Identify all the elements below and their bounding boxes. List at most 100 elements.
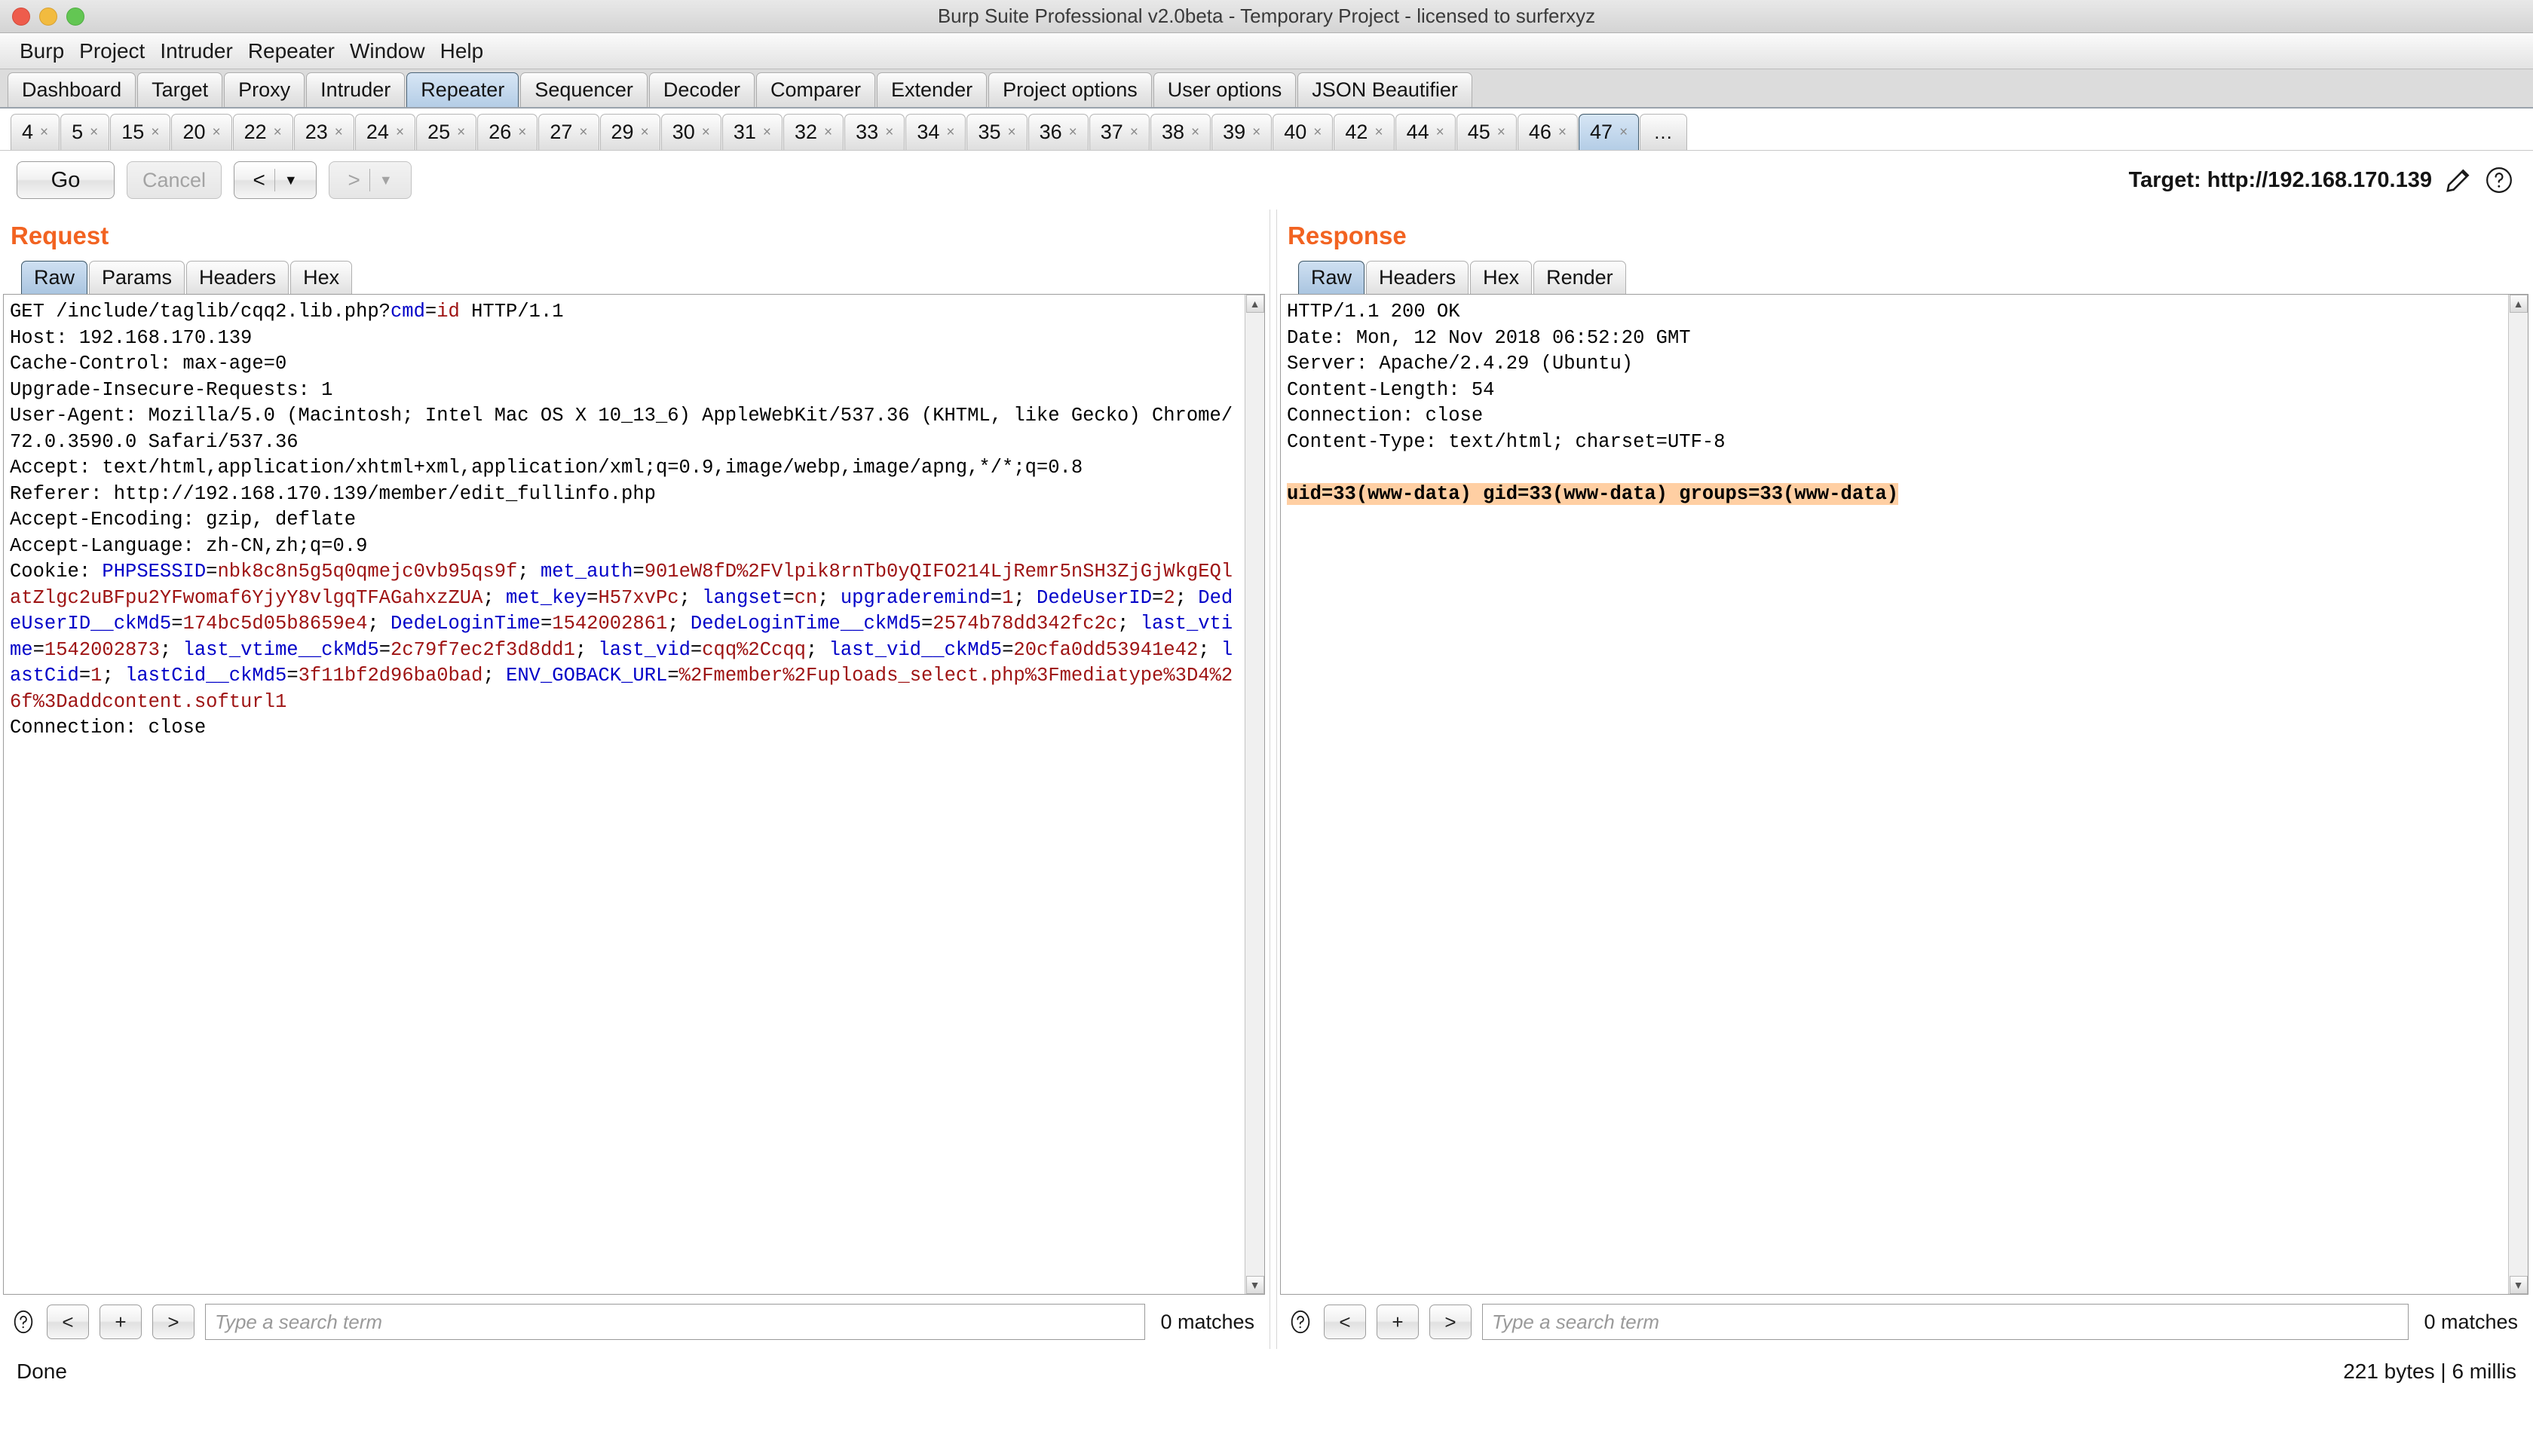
- repeater-tab-38[interactable]: 38 ×: [1150, 114, 1211, 150]
- menu-item-burp[interactable]: Burp: [12, 39, 72, 63]
- request-search-help-icon[interactable]: [11, 1309, 36, 1335]
- repeater-tab-25[interactable]: 25 ×: [416, 114, 477, 150]
- repeater-tab-20[interactable]: 20 ×: [171, 114, 232, 150]
- close-icon[interactable]: ×: [1619, 124, 1628, 141]
- close-icon[interactable]: ×: [335, 124, 343, 141]
- pane-splitter[interactable]: [1270, 210, 1277, 1349]
- response-search-next-button[interactable]: >: [1429, 1305, 1472, 1339]
- request-vertical-scrollbar[interactable]: ▲ ▼: [1245, 295, 1264, 1294]
- tab-json-beautifier[interactable]: JSON Beautifier: [1297, 72, 1472, 107]
- scroll-down-arrow-icon[interactable]: ▼: [2509, 1276, 2528, 1294]
- response-vertical-scrollbar[interactable]: ▲ ▼: [2508, 295, 2528, 1294]
- close-icon[interactable]: ×: [579, 124, 587, 141]
- close-icon[interactable]: ×: [824, 124, 832, 141]
- repeater-tab-27[interactable]: 27 ×: [538, 114, 599, 150]
- request-tab-headers[interactable]: Headers: [186, 261, 289, 294]
- close-icon[interactable]: ×: [1313, 124, 1322, 141]
- scrollbar-track[interactable]: [1245, 313, 1264, 1276]
- history-back-button[interactable]: < ▼: [234, 161, 317, 199]
- repeater-tab-47[interactable]: 47 ×: [1579, 114, 1640, 150]
- response-tab-headers[interactable]: Headers: [1366, 261, 1469, 294]
- repeater-tab-4[interactable]: 4 ×: [11, 114, 60, 150]
- repeater-tab-35[interactable]: 35 ×: [966, 114, 1028, 150]
- close-icon[interactable]: ×: [1497, 124, 1505, 141]
- scroll-down-arrow-icon[interactable]: ▼: [1245, 1276, 1264, 1294]
- close-icon[interactable]: ×: [1069, 124, 1077, 141]
- tab-proxy[interactable]: Proxy: [224, 72, 305, 107]
- repeater-tab-15[interactable]: 15 ×: [110, 114, 171, 150]
- request-search-next-button[interactable]: >: [152, 1305, 194, 1339]
- go-button[interactable]: Go: [17, 161, 115, 199]
- request-search-add-button[interactable]: +: [100, 1305, 142, 1339]
- repeater-tab-40[interactable]: 40 ×: [1273, 114, 1334, 150]
- response-tab-render[interactable]: Render: [1533, 261, 1626, 294]
- request-tab-hex[interactable]: Hex: [290, 261, 353, 294]
- response-search-prev-button[interactable]: <: [1324, 1305, 1366, 1339]
- close-icon[interactable]: ×: [518, 124, 526, 141]
- tab-dashboard[interactable]: Dashboard: [8, 72, 136, 107]
- repeater-tab-34[interactable]: 34 ×: [905, 114, 966, 150]
- repeater-tab-39[interactable]: 39 ×: [1211, 114, 1273, 150]
- scroll-up-arrow-icon[interactable]: ▲: [2509, 295, 2528, 313]
- repeater-tab-overflow[interactable]: ...: [1640, 114, 1687, 150]
- close-icon[interactable]: ×: [1130, 124, 1138, 141]
- menu-item-project[interactable]: Project: [72, 39, 152, 63]
- response-search-input[interactable]: [1482, 1304, 2409, 1340]
- repeater-tab-30[interactable]: 30 ×: [660, 114, 721, 150]
- close-icon[interactable]: ×: [1558, 124, 1567, 141]
- repeater-tab-31[interactable]: 31 ×: [721, 114, 783, 150]
- request-tab-params[interactable]: Params: [89, 261, 185, 294]
- response-tab-raw[interactable]: Raw: [1298, 261, 1365, 294]
- menu-item-repeater[interactable]: Repeater: [240, 39, 342, 63]
- tab-user-options[interactable]: User options: [1153, 72, 1297, 107]
- repeater-tab-22[interactable]: 22 ×: [232, 114, 293, 150]
- close-icon[interactable]: ×: [40, 124, 48, 141]
- menu-item-window[interactable]: Window: [342, 39, 433, 63]
- close-icon[interactable]: ×: [457, 124, 465, 141]
- tab-sequencer[interactable]: Sequencer: [520, 72, 648, 107]
- close-icon[interactable]: ×: [641, 124, 649, 141]
- request-search-prev-button[interactable]: <: [47, 1305, 89, 1339]
- repeater-tab-33[interactable]: 33 ×: [844, 114, 905, 150]
- repeater-tab-5[interactable]: 5 ×: [60, 114, 110, 150]
- repeater-tab-46[interactable]: 46 ×: [1517, 114, 1579, 150]
- tab-comparer[interactable]: Comparer: [755, 72, 876, 107]
- response-search-add-button[interactable]: +: [1377, 1305, 1419, 1339]
- close-icon[interactable]: ×: [1252, 124, 1260, 141]
- close-icon[interactable]: ×: [702, 124, 710, 141]
- response-raw-editor[interactable]: HTTP/1.1 200 OK Date: Mon, 12 Nov 2018 06…: [1281, 295, 2508, 1294]
- tab-project-options[interactable]: Project options: [988, 72, 1152, 107]
- close-icon[interactable]: ×: [1436, 124, 1444, 141]
- close-icon[interactable]: ×: [212, 124, 220, 141]
- close-icon[interactable]: ×: [1191, 124, 1199, 141]
- request-search-input[interactable]: [205, 1304, 1146, 1340]
- close-icon[interactable]: ×: [151, 124, 159, 141]
- repeater-tab-29[interactable]: 29 ×: [599, 114, 660, 150]
- repeater-tab-37[interactable]: 37 ×: [1089, 114, 1150, 150]
- close-icon[interactable]: ×: [90, 124, 98, 141]
- response-search-help-icon[interactable]: [1288, 1309, 1313, 1335]
- repeater-tab-42[interactable]: 42 ×: [1334, 114, 1395, 150]
- response-tab-hex[interactable]: Hex: [1470, 261, 1533, 294]
- tab-target[interactable]: Target: [137, 72, 223, 107]
- tab-repeater[interactable]: Repeater: [406, 72, 519, 107]
- repeater-tab-26[interactable]: 26 ×: [477, 114, 538, 150]
- edit-target-pencil-icon[interactable]: [2444, 166, 2473, 194]
- request-tab-raw[interactable]: Raw: [21, 261, 88, 294]
- repeater-tab-32[interactable]: 32 ×: [783, 114, 844, 150]
- tab-decoder[interactable]: Decoder: [648, 72, 755, 107]
- close-icon[interactable]: ×: [1374, 124, 1383, 141]
- close-icon[interactable]: ×: [274, 124, 282, 141]
- repeater-tab-23[interactable]: 23 ×: [293, 114, 354, 150]
- tab-extender[interactable]: Extender: [877, 72, 988, 107]
- close-icon[interactable]: ×: [763, 124, 771, 141]
- menu-item-help[interactable]: Help: [433, 39, 492, 63]
- tab-intruder[interactable]: Intruder: [306, 72, 406, 107]
- repeater-tab-44[interactable]: 44 ×: [1395, 114, 1456, 150]
- close-icon[interactable]: ×: [885, 124, 893, 141]
- close-icon[interactable]: ×: [1008, 124, 1016, 141]
- scrollbar-track[interactable]: [2509, 313, 2528, 1276]
- request-raw-editor[interactable]: GET /include/taglib/cqq2.lib.php?cmd=id …: [4, 295, 1245, 1294]
- menu-item-intruder[interactable]: Intruder: [152, 39, 240, 63]
- close-icon[interactable]: ×: [396, 124, 404, 141]
